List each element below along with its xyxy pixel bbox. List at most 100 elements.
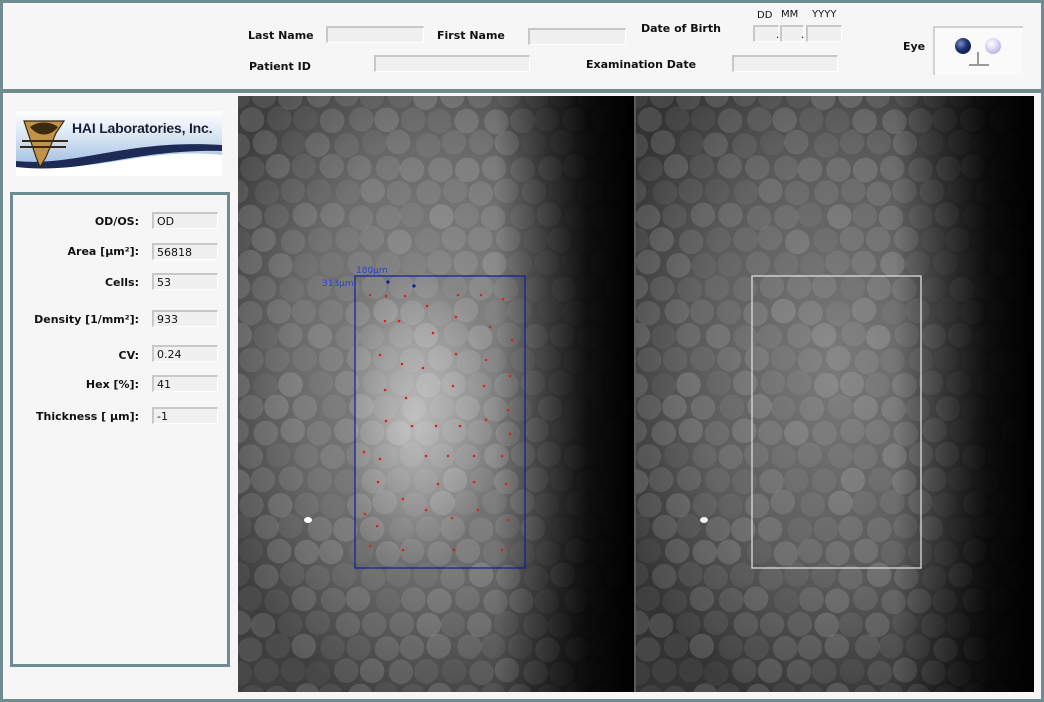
hex-value: 41 bbox=[152, 375, 218, 392]
examination-date-field[interactable] bbox=[732, 55, 838, 72]
dob-dd-label: DD bbox=[757, 10, 773, 21]
cell-marker bbox=[375, 524, 379, 528]
cell-marker bbox=[504, 482, 508, 486]
cv-value: 0.24 bbox=[152, 345, 218, 362]
cell-marker bbox=[368, 293, 372, 297]
eye-selector[interactable] bbox=[933, 26, 1023, 75]
cell-marker bbox=[386, 280, 390, 284]
analysis-image-view[interactable]: 180µm 313µm bbox=[238, 96, 638, 692]
cell-marker bbox=[378, 353, 382, 357]
reflection-spot bbox=[304, 517, 312, 523]
cell-marker bbox=[458, 424, 462, 428]
eye-od-radio-icon[interactable] bbox=[955, 38, 971, 54]
examination-date-label: Examination Date bbox=[586, 58, 697, 71]
date-of-birth-label: Date of Birth bbox=[641, 22, 721, 35]
od-os-value: OD bbox=[152, 212, 218, 229]
endothelium-image: 180µm 313µm bbox=[238, 96, 634, 692]
cell-marker bbox=[436, 482, 440, 486]
eye-label: Eye bbox=[903, 40, 926, 53]
logo-text: HAI Laboratories, Inc. bbox=[72, 120, 213, 136]
roi-width-label: 180µm bbox=[356, 266, 388, 276]
last-name-label: Last Name bbox=[248, 29, 314, 42]
thickness-value: -1 bbox=[152, 407, 218, 424]
cell-marker bbox=[500, 548, 504, 552]
density-value: 933 bbox=[152, 310, 218, 327]
first-name-label: First Name bbox=[437, 29, 505, 42]
reference-image-view[interactable] bbox=[636, 96, 1034, 692]
roi-height-label: 313µm bbox=[322, 279, 354, 289]
eye-divider bbox=[977, 52, 979, 64]
cell-marker bbox=[424, 508, 428, 512]
cell-marker bbox=[476, 508, 480, 512]
od-os-label: OD/OS: bbox=[94, 215, 139, 228]
cell-marker bbox=[401, 548, 405, 552]
patient-id-field[interactable] bbox=[374, 55, 530, 72]
cell-marker bbox=[434, 424, 438, 428]
dob-separator: . bbox=[801, 30, 805, 41]
cell-marker bbox=[421, 366, 425, 370]
hex-label: Hex [%]: bbox=[85, 378, 139, 391]
first-name-field[interactable] bbox=[528, 28, 626, 45]
cells-label: Cells: bbox=[104, 276, 139, 289]
cell-marker bbox=[454, 352, 458, 356]
cell-marker bbox=[508, 432, 512, 436]
cv-label: CV: bbox=[118, 349, 140, 362]
cell-marker bbox=[488, 325, 492, 329]
last-name-field[interactable] bbox=[326, 26, 424, 43]
patient-header bbox=[0, 0, 1044, 92]
cell-marker bbox=[450, 516, 454, 520]
cell-marker bbox=[362, 450, 366, 454]
cell-marker bbox=[482, 384, 486, 388]
cell-marker bbox=[446, 454, 450, 458]
cell-marker bbox=[397, 319, 401, 323]
dob-year-field[interactable] bbox=[806, 25, 842, 42]
eye-os-radio-icon[interactable] bbox=[985, 38, 1001, 54]
cell-marker bbox=[452, 548, 456, 552]
cell-marker bbox=[456, 293, 460, 297]
cell-marker bbox=[376, 480, 380, 484]
cell-marker bbox=[431, 331, 435, 335]
cell-marker bbox=[424, 454, 428, 458]
cell-marker bbox=[383, 388, 387, 392]
cell-marker bbox=[506, 408, 510, 412]
cell-marker bbox=[400, 362, 404, 366]
cell-marker bbox=[484, 358, 488, 362]
dob-mm-label: MM bbox=[781, 9, 799, 20]
cell-marker bbox=[454, 315, 458, 319]
thickness-label: Thickness [ µm]: bbox=[36, 410, 139, 423]
cell-marker bbox=[410, 424, 414, 428]
cell-marker bbox=[479, 293, 483, 297]
cell-marker bbox=[510, 338, 514, 342]
cells-value: 53 bbox=[152, 273, 218, 290]
cell-marker bbox=[363, 512, 367, 516]
cell-marker bbox=[425, 304, 429, 308]
cell-marker bbox=[378, 457, 382, 461]
results-panel: OD/OS: OD Area [µm²]: 56818 Cells: 53 De… bbox=[10, 192, 230, 667]
company-logo: HAI Laboratories, Inc. bbox=[16, 111, 222, 176]
area-label: Area [µm²]: bbox=[67, 245, 139, 258]
cell-marker bbox=[384, 294, 388, 298]
area-value: 56818 bbox=[152, 243, 218, 260]
patient-id-label: Patient ID bbox=[249, 60, 311, 73]
cell-marker bbox=[383, 319, 387, 323]
dob-separator: . bbox=[776, 30, 780, 41]
eye-divider bbox=[969, 64, 989, 66]
dob-yyyy-label: YYYY bbox=[812, 9, 837, 20]
cell-marker bbox=[500, 454, 504, 458]
cell-marker bbox=[508, 374, 512, 378]
density-label: Density [1/mm²]: bbox=[34, 313, 139, 326]
cell-marker bbox=[403, 294, 407, 298]
endothelium-image-reference bbox=[636, 96, 1034, 692]
cell-marker bbox=[368, 544, 372, 548]
cell-marker bbox=[401, 497, 405, 501]
cell-marker bbox=[484, 418, 488, 422]
cell-marker bbox=[451, 384, 455, 388]
cell-marker bbox=[506, 518, 510, 522]
reflection-spot bbox=[700, 517, 708, 523]
cell-marker bbox=[412, 284, 416, 288]
cell-marker bbox=[472, 454, 476, 458]
cell-marker bbox=[472, 480, 476, 484]
cell-marker bbox=[404, 396, 408, 400]
cell-marker bbox=[384, 419, 388, 423]
cell-marker bbox=[501, 297, 505, 301]
